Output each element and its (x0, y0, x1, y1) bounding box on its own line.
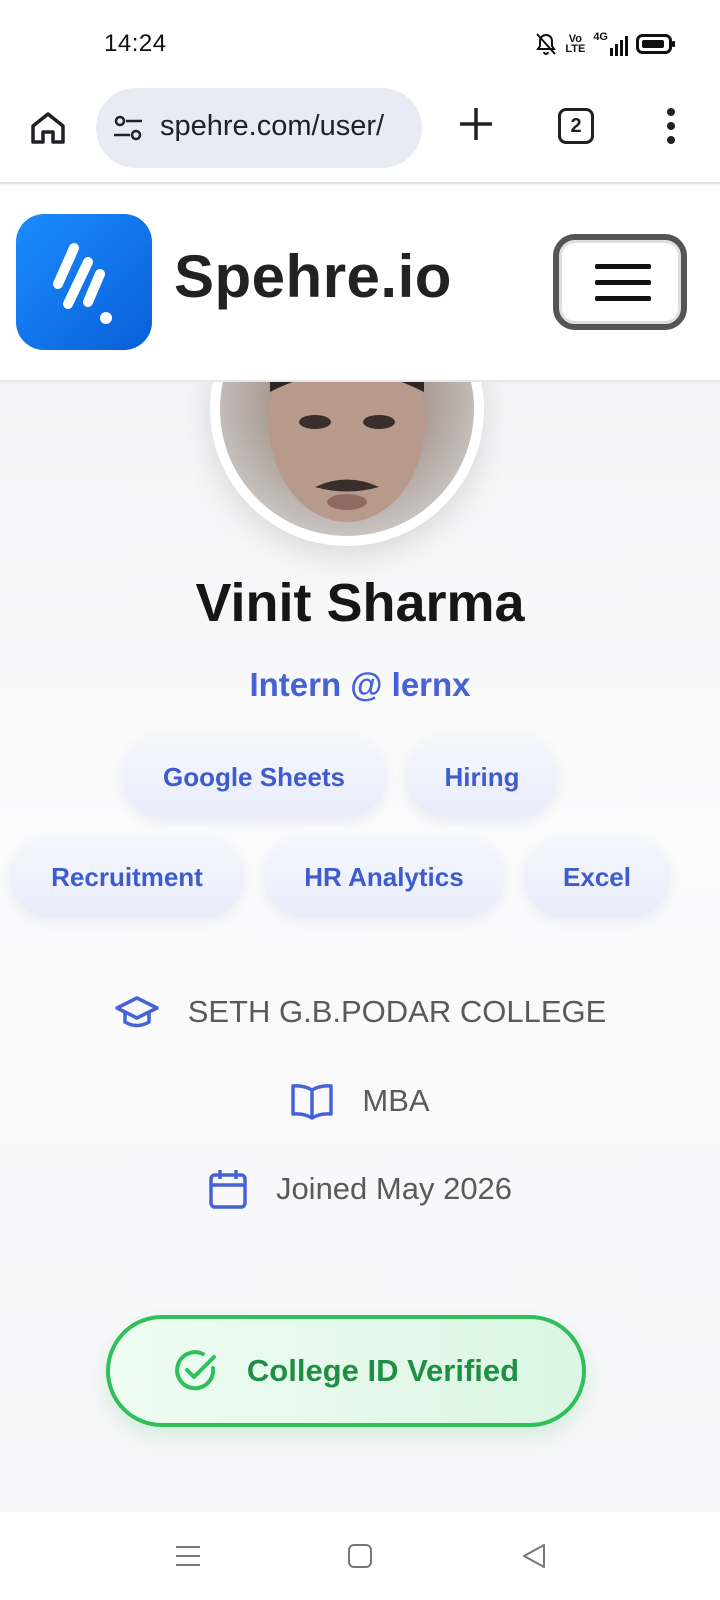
more-icon[interactable] (656, 104, 686, 148)
skill-chip[interactable]: Google Sheets (122, 736, 386, 818)
skill-chip[interactable]: Excel (524, 836, 670, 918)
joined-row: Joined May 2026 (0, 1168, 720, 1210)
hamburger-icon (595, 264, 651, 269)
site-header: Spehre.io (0, 186, 720, 382)
book-open-icon (291, 1084, 334, 1120)
degree-row: MBA (0, 1082, 720, 1120)
brand-name[interactable]: Spehre.io (174, 242, 452, 311)
status-icons: Vo LTE 4G (535, 30, 676, 58)
brand-logo[interactable] (16, 214, 152, 350)
verified-badge: College ID Verified (106, 1315, 586, 1427)
signal-icon: 4G (593, 32, 628, 56)
tabs-icon[interactable]: 2 (558, 108, 594, 144)
college-name: SETH G.B.PODAR COLLEGE (187, 994, 607, 1029)
browser-toolbar: spehre.com/user/ 2 (0, 80, 720, 184)
logo-mark-icon (53, 243, 112, 324)
home-icon[interactable] (28, 108, 68, 148)
home-square-icon[interactable] (346, 1542, 374, 1570)
network-label: 4G (593, 31, 608, 43)
calendar-icon (209, 1170, 247, 1209)
bell-off-icon (536, 33, 557, 55)
address-bar[interactable]: spehre.com/user/ (96, 88, 422, 168)
profile-role[interactable]: Intern @ lernx (0, 666, 720, 704)
skill-chip[interactable]: HR Analytics (264, 836, 504, 918)
site-settings-icon[interactable] (112, 112, 144, 144)
battery-icon (636, 34, 675, 54)
graduation-cap-icon (114, 996, 159, 1028)
status-time: 14:24 (104, 30, 167, 57)
status-bar: 14:24 Vo LTE 4G (0, 0, 720, 80)
profile-card: Vinit Sharma Intern @ lernx Google Sheet… (0, 272, 720, 1512)
joined-date: Joined May 2026 (275, 1171, 513, 1206)
skill-chip[interactable]: Recruitment (10, 836, 244, 918)
system-nav-bar (0, 1512, 720, 1600)
skill-chip[interactable]: Hiring (406, 736, 558, 818)
volte-icon: Vo LTE (565, 33, 586, 55)
url-text[interactable]: spehre.com/user/ (160, 110, 410, 143)
college-row: SETH G.B.PODAR COLLEGE (0, 994, 720, 1030)
degree-text: MBA (362, 1083, 430, 1118)
back-icon[interactable] (520, 1542, 548, 1570)
new-tab-icon[interactable] (456, 104, 496, 144)
profile-name: Vinit Sharma (195, 573, 525, 633)
hamburger-menu-button[interactable] (553, 234, 687, 330)
check-circle-icon (175, 1350, 216, 1391)
recents-icon[interactable] (174, 1542, 202, 1570)
verified-label: College ID Verified (246, 1353, 520, 1388)
